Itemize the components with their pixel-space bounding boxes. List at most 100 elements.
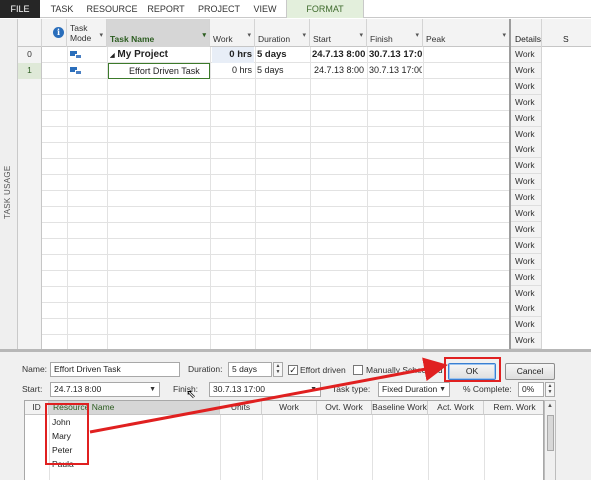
empty-row[interactable] xyxy=(18,239,509,255)
start-cell[interactable]: 24.7.13 8:00 xyxy=(312,47,366,63)
row-header[interactable] xyxy=(18,95,42,111)
scroll-up-icon[interactable]: ▲ xyxy=(547,403,553,409)
chevron-down-icon[interactable]: ▼ xyxy=(439,383,446,396)
finish-header[interactable]: Finish ▾ xyxy=(367,19,423,47)
tab-resource[interactable]: RESOURCE xyxy=(84,0,140,18)
empty-row[interactable] xyxy=(18,207,509,223)
empty-row[interactable] xyxy=(18,127,509,143)
empty-row[interactable] xyxy=(18,319,509,335)
resource-table[interactable]: ID Resource Name Units Work Ovt. Work Ba… xyxy=(24,400,544,480)
duration-cell[interactable]: 5 days xyxy=(257,47,309,63)
duration-stepper[interactable]: ▲ ▼ xyxy=(273,362,283,377)
empty-row[interactable] xyxy=(18,191,509,207)
actual-work-header[interactable]: Act. Work xyxy=(428,401,484,415)
scrollbar-thumb[interactable] xyxy=(547,415,554,451)
task-name-cell[interactable]: Effort Driven Task xyxy=(108,63,210,79)
manually-scheduled-checkbox[interactable] xyxy=(353,365,363,375)
row-header[interactable] xyxy=(18,287,42,303)
empty-row[interactable] xyxy=(18,79,509,95)
finish-date-field[interactable]: 30.7.13 17:00 ▼ xyxy=(209,382,321,397)
name-field[interactable]: Effort Driven Task xyxy=(50,362,180,377)
row-header[interactable] xyxy=(18,239,42,255)
chevron-down-icon[interactable]: ▾ xyxy=(502,31,506,41)
empty-row[interactable] xyxy=(18,111,509,127)
chevron-down-icon[interactable]: ▾ xyxy=(202,31,206,41)
tab-task[interactable]: TASK xyxy=(44,0,80,18)
select-all-corner[interactable] xyxy=(18,19,42,47)
chevron-down-icon[interactable]: ▾ xyxy=(302,31,306,41)
task-mode-header[interactable]: Task Mode ▾ xyxy=(67,19,107,47)
row-id[interactable]: 0 xyxy=(18,47,42,63)
details-column-label[interactable]: Details xyxy=(515,34,541,44)
finish-cell[interactable]: 30.7.13 17:00 xyxy=(369,47,422,63)
row-header[interactable] xyxy=(18,303,42,319)
empty-row[interactable] xyxy=(18,271,509,287)
duration-header[interactable]: Duration ▾ xyxy=(255,19,310,47)
empty-row[interactable] xyxy=(18,143,509,159)
work-cell[interactable]: 0 hrs xyxy=(212,47,254,63)
collapse-triangle-icon[interactable]: ◢ xyxy=(110,53,115,59)
view-bar[interactable]: TASK USAGE xyxy=(0,19,18,349)
row-header[interactable] xyxy=(18,127,42,143)
row-header[interactable] xyxy=(18,207,42,223)
row-header[interactable] xyxy=(18,223,42,239)
remaining-work-header[interactable]: Rem. Work xyxy=(484,401,543,415)
empty-row[interactable] xyxy=(18,159,509,175)
peak-header[interactable]: Peak ▾ xyxy=(423,19,509,47)
row-header[interactable] xyxy=(18,143,42,159)
finish-cell[interactable]: 30.7.13 17:00 xyxy=(369,63,422,79)
summary-task-name[interactable]: ◢ My Project xyxy=(110,47,208,63)
start-cell[interactable]: 24.7.13 8:00 xyxy=(314,63,366,79)
duration-cell[interactable]: 5 days xyxy=(257,63,309,79)
percent-complete-field[interactable]: 0% xyxy=(518,382,544,397)
work-cell[interactable]: 0 hrs xyxy=(212,63,254,79)
empty-row[interactable] xyxy=(18,255,509,271)
empty-row[interactable] xyxy=(18,223,509,239)
tab-project[interactable]: PROJECT xyxy=(194,0,244,18)
chevron-down-icon[interactable]: ▾ xyxy=(99,31,103,41)
task-grid[interactable]: i Task Mode ▾ Task Name ▾ Work ▾ Duratio… xyxy=(18,19,509,349)
start-header[interactable]: Start ▾ xyxy=(310,19,367,47)
row-header[interactable] xyxy=(18,79,42,95)
resource-work-header[interactable]: Work xyxy=(262,401,317,415)
task-name-header[interactable]: Task Name ▾ xyxy=(107,19,210,47)
effort-driven-checkbox[interactable]: ✓ xyxy=(288,365,298,375)
row-header[interactable] xyxy=(18,255,42,271)
row-header[interactable] xyxy=(18,335,42,349)
tab-file[interactable]: FILE xyxy=(0,0,40,18)
units-header[interactable]: Units xyxy=(220,401,262,415)
row-header[interactable] xyxy=(18,159,42,175)
percent-complete-stepper[interactable]: ▲ ▼ xyxy=(545,382,555,397)
row-id[interactable]: 1 xyxy=(18,63,42,79)
row-header[interactable] xyxy=(18,319,42,335)
resource-table-scrollbar[interactable]: ▲ xyxy=(544,400,556,480)
empty-row[interactable] xyxy=(18,303,509,319)
chevron-down-icon[interactable]: ▼ xyxy=(310,383,317,396)
baseline-work-header[interactable]: Baseline Work xyxy=(372,401,428,415)
empty-row[interactable] xyxy=(18,175,509,191)
tab-view[interactable]: VIEW xyxy=(248,0,282,18)
indicators-header[interactable]: i xyxy=(42,19,67,47)
table-row[interactable]: 0 ◢ My Project 0 hrs 5 days 24.7.13 8:00… xyxy=(18,47,509,63)
empty-row[interactable] xyxy=(18,287,509,303)
task-type-select[interactable]: Fixed Duration ▼ xyxy=(378,382,450,397)
row-header[interactable] xyxy=(18,271,42,287)
row-header[interactable] xyxy=(18,191,42,207)
empty-row[interactable] xyxy=(18,335,509,349)
tab-report[interactable]: REPORT xyxy=(142,0,190,18)
chevron-down-icon[interactable]: ▾ xyxy=(415,31,419,41)
chevron-down-icon[interactable]: ▾ xyxy=(247,31,251,41)
table-row[interactable]: 1 Effort Driven Task 0 hrs 5 days 24.7.1… xyxy=(18,63,509,79)
start-date-field[interactable]: 24.7.13 8:00 ▼ xyxy=(50,382,160,397)
chevron-down-icon[interactable]: ▾ xyxy=(359,31,363,41)
row-header[interactable] xyxy=(18,175,42,191)
cancel-button[interactable]: Cancel xyxy=(505,363,555,380)
overtime-work-header[interactable]: Ovt. Work xyxy=(317,401,372,415)
tab-format[interactable]: FORMAT xyxy=(286,0,364,18)
duration-field[interactable]: 5 days xyxy=(228,362,272,377)
empty-row[interactable] xyxy=(18,95,509,111)
row-header[interactable] xyxy=(18,111,42,127)
work-header[interactable]: Work ▾ xyxy=(210,19,255,47)
usage-details-panel[interactable]: Details S Work Work Work Work Work Work Work Wo… xyxy=(509,19,591,349)
chevron-down-icon[interactable]: ▼ xyxy=(149,383,156,396)
